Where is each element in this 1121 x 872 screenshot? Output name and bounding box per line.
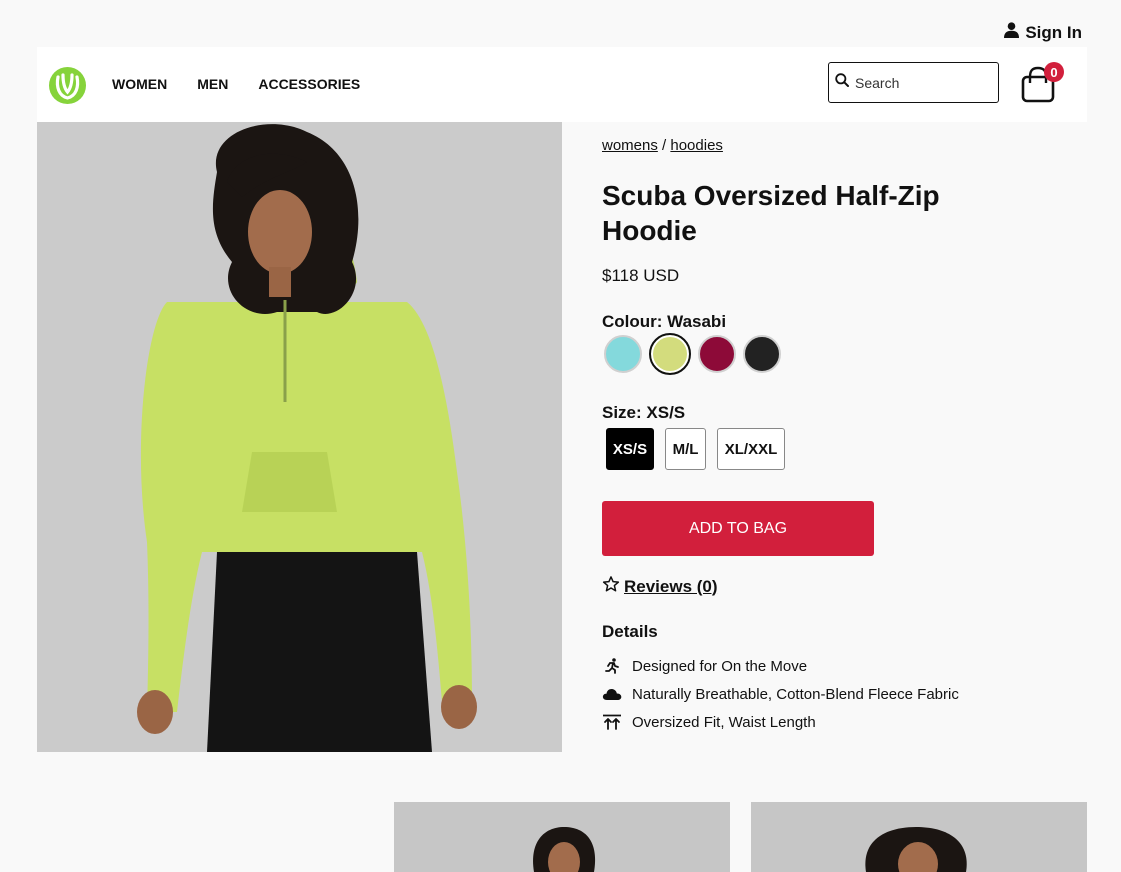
reviews-link[interactable]: Reviews (0) <box>602 575 718 598</box>
size-label: Size: XS/S <box>602 403 685 423</box>
product-thumbnail[interactable] <box>751 802 1087 872</box>
shopping-bag-icon <box>1020 66 1056 110</box>
product-title: Scuba Oversized Half-Zip Hoodie <box>602 180 940 246</box>
sign-in-link[interactable]: Sign In <box>1004 22 1082 43</box>
colour-swatch[interactable] <box>698 335 736 373</box>
search-input[interactable] <box>853 73 987 92</box>
colour-swatch[interactable] <box>604 335 642 373</box>
breadcrumb-womens[interactable]: womens <box>602 137 658 154</box>
product-thumbnail[interactable] <box>394 802 730 872</box>
sign-in-label: Sign In <box>1025 22 1082 42</box>
colour-label: Colour: Wasabi <box>602 312 726 332</box>
breadcrumb-hoodies[interactable]: hoodies <box>670 137 723 154</box>
main-nav: WOMEN MEN ACCESSORIES <box>112 76 360 92</box>
breadcrumb-separator: / <box>662 137 667 154</box>
user-icon <box>1004 22 1020 43</box>
size-option[interactable]: XS/S <box>606 428 654 470</box>
details-text: Designed for On the Move <box>632 657 808 675</box>
colour-swatches <box>604 333 781 375</box>
details-text: Oversized Fit, Waist Length <box>632 713 816 731</box>
cloud-icon <box>602 685 622 703</box>
star-icon <box>602 575 620 598</box>
selected-size-name: XS/S <box>646 403 686 422</box>
selected-colour-name: Wasabi <box>667 312 727 331</box>
colour-prefix: Colour: <box>602 312 668 331</box>
add-to-bag-button[interactable]: ADD TO BAG <box>602 501 874 556</box>
breadcrumb: womens / hoodies <box>602 137 723 154</box>
details-item: Naturally Breathable, Cotton-Blend Fleec… <box>602 680 959 708</box>
search-icon <box>835 73 849 92</box>
top-bar: Sign In <box>0 0 1121 47</box>
search-box[interactable] <box>828 62 999 103</box>
details-heading: Details <box>602 622 658 641</box>
cart-button[interactable]: 0 <box>1020 62 1070 106</box>
reviews-label: Reviews (0) <box>624 576 718 596</box>
details-text: Naturally Breathable, Cotton-Blend Fleec… <box>632 685 959 703</box>
details-item: Oversized Fit, Waist Length <box>602 708 959 736</box>
running-icon <box>602 657 622 675</box>
nav-men[interactable]: MEN <box>197 76 228 92</box>
length-icon <box>602 713 622 731</box>
size-option[interactable]: XL/XXL <box>717 428 785 470</box>
product-image <box>37 122 562 752</box>
size-options: XS/S M/L XL/XXL <box>606 428 785 470</box>
site-header: WOMEN MEN ACCESSORIES 0 <box>37 47 1087 122</box>
size-option[interactable]: M/L <box>665 428 706 470</box>
details-list: Designed for On the Move Naturally Breat… <box>602 652 959 736</box>
colour-swatch[interactable] <box>649 333 691 375</box>
details-item: Designed for On the Move <box>602 652 959 680</box>
product-price: $118 USD <box>602 266 680 285</box>
nav-accessories[interactable]: ACCESSORIES <box>258 76 360 92</box>
nav-women[interactable]: WOMEN <box>112 76 167 92</box>
colour-swatch[interactable] <box>743 335 781 373</box>
cart-count-badge: 0 <box>1044 62 1064 82</box>
size-prefix: Size: <box>602 403 647 422</box>
brand-logo[interactable] <box>49 67 86 104</box>
